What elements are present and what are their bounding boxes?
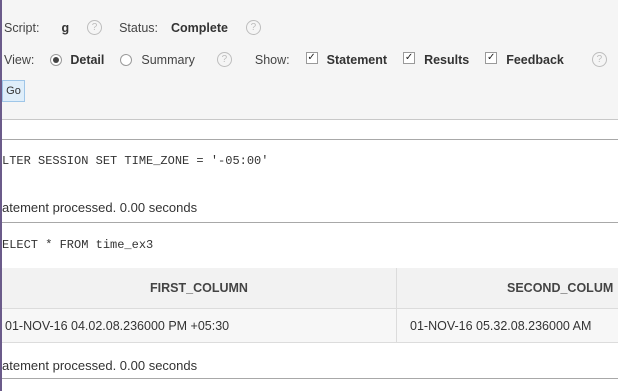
statement-block-2: ELECT * FROM time_ex3	[2, 223, 618, 268]
show-results-label[interactable]: Results	[424, 53, 469, 67]
feedback-2-text: atement processed. 0.00 seconds	[2, 358, 198, 373]
show-help-icon[interactable]: ?	[591, 52, 607, 67]
script-value: g	[61, 20, 70, 35]
view-show-row: View: Detail Summary ? Show: ✓ Statement…	[4, 51, 607, 67]
radio-selected-dot	[53, 56, 60, 63]
script-status-row: Script: g ? Status: Complete ?	[4, 20, 261, 35]
status-label: Status:	[119, 20, 158, 35]
show-results-checkbox[interactable]: ✓	[403, 51, 416, 64]
view-label: View:	[4, 52, 35, 67]
view-summary-label[interactable]: Summary	[141, 53, 194, 67]
show-feedback-checkbox[interactable]: ✓	[485, 51, 498, 64]
script-label: Script:	[4, 20, 40, 35]
statement-1-text: LTER SESSION SET TIME_ZONE = '-05:00'	[2, 154, 269, 168]
go-button[interactable]: Go	[2, 80, 25, 102]
statement-block-1: LTER SESSION SET TIME_ZONE = '-05:00' at…	[2, 140, 618, 222]
view-detail-radio[interactable]	[50, 53, 63, 66]
table-cell-r1-c2: 01-NOV-16 05.32.08.236000 AM	[397, 309, 618, 342]
column-header-first[interactable]: FIRST_COLUMN	[2, 268, 396, 308]
options-panel: Script: g ? Status: Complete ? View: Det…	[2, 0, 618, 120]
script-help-icon[interactable]: ?	[87, 20, 103, 35]
show-statement-checkbox[interactable]: ✓	[305, 51, 318, 64]
feedback-1-text: atement processed. 0.00 seconds	[2, 200, 198, 215]
status-value: Complete	[171, 20, 228, 35]
show-statement-label[interactable]: Statement	[327, 53, 387, 67]
view-help-icon[interactable]: ?	[216, 52, 232, 67]
view-detail-label[interactable]: Detail	[70, 53, 104, 67]
feedback-block-2: atement processed. 0.00 seconds	[2, 343, 618, 378]
view-summary-radio[interactable]	[120, 53, 133, 66]
statement-2-text: ELECT * FROM time_ex3	[2, 238, 154, 252]
output-spacer	[2, 120, 618, 139]
show-label: Show:	[254, 52, 290, 67]
status-help-icon[interactable]: ?	[245, 20, 261, 35]
bottom-spacer	[2, 379, 618, 391]
column-header-second[interactable]: SECOND_COLUM	[397, 268, 618, 308]
show-feedback-label[interactable]: Feedback	[506, 53, 564, 67]
table-cell-r1-c1: 01-NOV-16 04.02.08.236000 PM +05:30	[2, 309, 396, 342]
